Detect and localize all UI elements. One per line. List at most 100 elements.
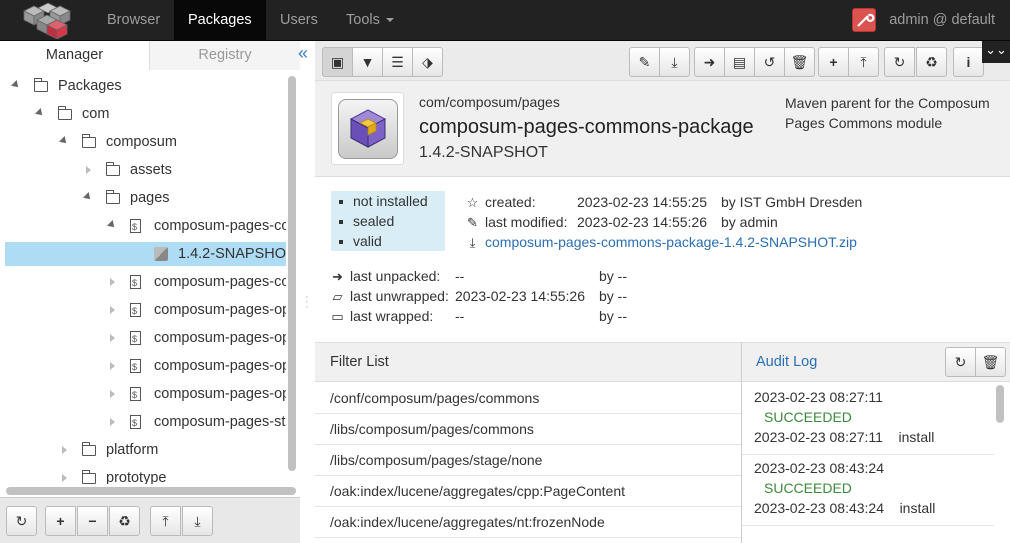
collapsed-toggle-icon[interactable] [110, 390, 115, 398]
folder-icon [82, 134, 96, 148]
nav-browser[interactable]: Browser [93, 0, 174, 41]
expanded-toggle-icon[interactable] [59, 136, 69, 146]
tree-node[interactable]: pages [0, 186, 286, 210]
package-file-icon [130, 383, 141, 407]
tree-node-label: composum-pages-co [154, 274, 286, 290]
tree-node[interactable]: composum-pages-op [0, 298, 286, 323]
list-icon: ☰ [391, 54, 404, 70]
audit-clear-button[interactable]: 🗑 [975, 347, 1006, 377]
tree-node[interactable]: 1.4.2-SNAPSHOT [5, 242, 286, 266]
filter-row[interactable]: /oak:index/lucene/aggregates/cpp:PageCon… [315, 476, 741, 507]
download-icon: ⤓ [671, 54, 678, 70]
package-version: 1.4.2-SNAPSHOT [419, 144, 548, 161]
splitter-grip-icon[interactable]: · · · [305, 292, 309, 313]
scroll-thumb[interactable] [6, 487, 296, 495]
filter-row[interactable]: /libs/composum/pages/commons [315, 414, 741, 445]
chevron-double-down-icon[interactable]: ⌄⌄ [982, 41, 1010, 63]
audit-time: 2023-02-23 08:27:11 [754, 389, 883, 405]
remove-button[interactable]: − [77, 506, 108, 536]
collapsed-toggle-icon[interactable] [110, 418, 115, 426]
tab-registry[interactable]: Registry [150, 41, 300, 70]
download-package-button[interactable]: ⤓ [659, 47, 690, 77]
download-link[interactable]: composum-pages-commons-package-1.4.2-SNA… [485, 234, 857, 250]
scroll-thumb[interactable] [996, 385, 1004, 423]
filter-row[interactable]: /oak:index/lucene/aggregates/nt:frozenNo… [315, 507, 741, 538]
expanded-toggle-icon[interactable] [11, 80, 21, 90]
view-tags-button[interactable]: ⬗ [412, 47, 443, 77]
tree-node[interactable]: composum-pages-sta [0, 410, 286, 435]
tree-node[interactable]: composum-pages-op [0, 326, 286, 351]
folder-open-icon: ▱ [332, 289, 343, 304]
view-list-button[interactable]: ☰ [382, 47, 413, 77]
tree-node-label: assets [130, 162, 172, 178]
expanded-toggle-icon[interactable] [35, 108, 45, 118]
tree-node[interactable]: composum [0, 130, 286, 154]
expanded-toggle-icon[interactable] [107, 220, 117, 230]
edit-button[interactable]: ✎ [629, 47, 660, 77]
audit-time-2: 2023-02-23 08:27:11 [754, 429, 883, 445]
nav-tools[interactable]: Tools [332, 0, 408, 41]
audit-entry[interactable]: 2023-02-23 08:27:11 SUCCEEDED 2023-02-23… [742, 387, 994, 455]
collapsed-toggle-icon[interactable] [86, 166, 91, 174]
info-button[interactable]: i [953, 47, 984, 77]
undo-button[interactable]: ↺ [754, 47, 785, 77]
package-file-icon [130, 327, 141, 351]
tree-node-label: platform [106, 442, 159, 458]
audit-scrollbar[interactable] [996, 385, 1004, 535]
filter-row[interactable]: /conf/composum/pages/commons [315, 383, 741, 414]
refresh-button[interactable]: ↻ [6, 506, 37, 536]
collapsed-toggle-icon[interactable] [62, 474, 67, 482]
tree-node[interactable]: prototype [0, 466, 286, 484]
collapsed-toggle-icon[interactable] [62, 446, 67, 454]
tree-horizontal-scrollbar[interactable] [6, 487, 296, 495]
filter-list-title: Filter List [315, 343, 741, 382]
collapse-left-icon[interactable]: « [298, 43, 308, 64]
upload-package-button[interactable]: ⤒ [848, 47, 879, 77]
tree-node[interactable]: com [0, 102, 286, 126]
delete-button[interactable]: 🗑 [784, 47, 815, 77]
tree-node[interactable]: Packages [0, 74, 286, 98]
cleanup-button[interactable]: ♻ [109, 506, 140, 536]
collapsed-toggle-icon[interactable] [110, 334, 115, 342]
tree-node[interactable]: platform [0, 438, 286, 462]
collapsed-toggle-icon[interactable] [110, 278, 115, 286]
expanded-toggle-icon[interactable] [83, 192, 93, 202]
audit-log-header: Audit Log ↻ 🗑 [742, 343, 1010, 382]
collapsed-toggle-icon[interactable] [110, 362, 115, 370]
tree-vertical-scrollbar[interactable] [288, 76, 296, 471]
audit-entry[interactable]: 2023-02-23 08:43:24 SUCCEEDED 2023-02-23… [742, 458, 994, 526]
tree-node-label: composum-pages-co [154, 218, 286, 234]
archive-button[interactable]: ▤ [724, 47, 755, 77]
download-button[interactable]: ⤓ [182, 506, 213, 536]
tab-manager[interactable]: Manager [0, 41, 150, 70]
install-button[interactable]: ➜ [694, 47, 725, 77]
wrench-icon[interactable] [852, 8, 876, 32]
collapsed-toggle-icon[interactable] [110, 306, 115, 314]
cleanup-package-button[interactable]: ♻ [916, 47, 947, 77]
composum-logo[interactable] [14, 3, 80, 39]
tree-node[interactable]: composum-pages-co [0, 214, 286, 239]
filter-row[interactable]: /libs/composum/pages/stage/none [315, 445, 741, 476]
nav-packages[interactable]: Packages [174, 0, 266, 41]
created-by: by IST GmbH Dresden [721, 194, 863, 210]
created-row: ☆ created: [466, 192, 536, 212]
audit-refresh-button[interactable]: ↻ [945, 347, 976, 377]
wrapped-label: last wrapped: [350, 308, 434, 324]
reload-button[interactable]: ↻ [884, 47, 915, 77]
user-menu[interactable]: admin @ default [889, 0, 995, 41]
create-button[interactable]: + [818, 47, 849, 77]
add-button[interactable]: + [45, 506, 76, 536]
tree-node[interactable]: composum-pages-co [0, 270, 286, 295]
upload-button[interactable]: ⤒ [150, 506, 181, 536]
audit-log-title[interactable]: Audit Log [756, 343, 817, 381]
view-package-button[interactable]: ▣ [322, 47, 353, 77]
view-filter-button[interactable]: ▼ [352, 47, 383, 77]
package-status: not installed sealed valid [331, 191, 445, 251]
tree-node[interactable]: assets [0, 158, 286, 182]
nav-users[interactable]: Users [266, 0, 332, 41]
tree-node[interactable]: composum-pages-op [0, 354, 286, 379]
tree-node[interactable]: composum-pages-op [0, 382, 286, 407]
scroll-thumb[interactable] [288, 76, 296, 471]
info-icon: i [966, 54, 971, 70]
download-row: ⤓ composum-pages-commons-package-1.4.2-SN… [466, 232, 857, 252]
